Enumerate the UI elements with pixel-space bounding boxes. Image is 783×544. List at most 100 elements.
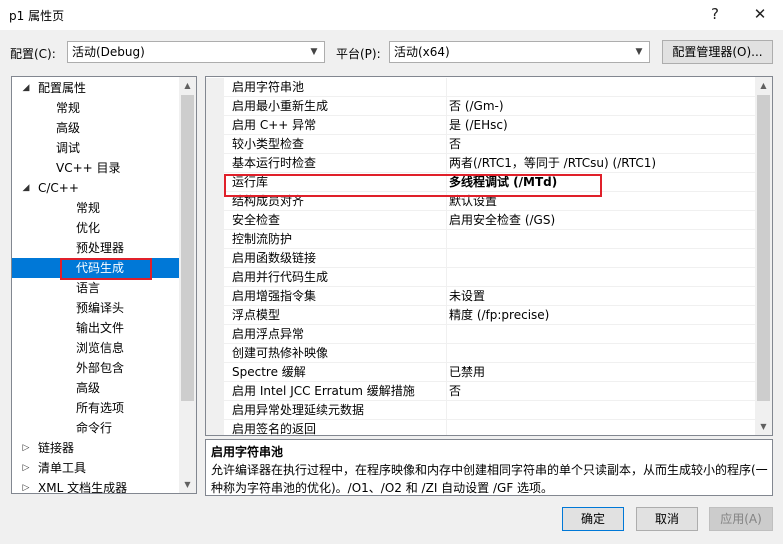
row-gutter <box>206 211 224 231</box>
property-row[interactable]: 启用并行代码生成 <box>206 268 755 288</box>
row-gutter <box>206 325 224 345</box>
property-name: 启用浮点异常 <box>232 327 305 341</box>
property-row[interactable]: 启用异常处理延续元数据 <box>206 401 755 421</box>
chevron-down-icon: ▼ <box>310 47 318 57</box>
property-value[interactable] <box>446 344 755 364</box>
scroll-down-icon[interactable]: ▼ <box>179 476 196 493</box>
expand-arrow-icon[interactable]: ▷ <box>20 478 32 493</box>
tree-item[interactable]: ◢ 配置属性 <box>12 78 179 98</box>
tree-item[interactable]: 优化 <box>12 218 179 238</box>
property-row[interactable]: 安全检查 启用安全检查 (/GS) <box>206 211 755 231</box>
collapse-arrow-icon[interactable]: ◢ <box>20 78 32 98</box>
row-gutter <box>206 344 224 364</box>
property-value[interactable] <box>446 268 755 288</box>
tree-item[interactable]: 外部包含 <box>12 358 179 378</box>
property-value[interactable] <box>446 325 755 345</box>
property-value[interactable]: 是 (/EHsc) <box>446 116 755 136</box>
tree-item[interactable]: 高级 <box>12 118 179 138</box>
tree-scrollbar[interactable]: ▲ ▼ <box>179 77 196 493</box>
tree-item[interactable]: ▷ 清单工具 <box>12 458 179 478</box>
tree-item[interactable]: 常规 <box>12 198 179 218</box>
description-text: 允许编译器在执行过程中，在程序映像和内存中创建相同字符串的单个只读副本，从而生成… <box>211 463 768 495</box>
property-row[interactable]: 启用签名的返回 <box>206 420 755 435</box>
tree-item[interactable]: ◢ C/C++ <box>12 178 179 198</box>
property-value[interactable] <box>446 420 755 435</box>
tree-item-label: 优化 <box>76 221 101 235</box>
property-row[interactable]: 浮点模型 精度 (/fp:precise) <box>206 306 755 326</box>
collapse-arrow-icon[interactable]: ◢ <box>20 178 32 198</box>
property-row[interactable]: 创建可热修补映像 <box>206 344 755 364</box>
tree-item[interactable]: 预编译头 <box>12 298 179 318</box>
tree-item[interactable]: 浏览信息 <box>12 338 179 358</box>
tree-item[interactable]: 预处理器 <box>12 238 179 258</box>
scroll-thumb[interactable] <box>757 95 770 401</box>
property-value[interactable]: 否 <box>446 382 755 402</box>
property-value[interactable]: 精度 (/fp:precise) <box>446 306 755 326</box>
property-value[interactable] <box>446 78 755 98</box>
property-value[interactable]: 否 <box>446 135 755 155</box>
scroll-thumb[interactable] <box>181 95 194 401</box>
property-row[interactable]: 启用最小重新生成 否 (/Gm-) <box>206 97 755 117</box>
description-title: 启用字符串池 <box>211 445 284 459</box>
platform-combobox[interactable]: 活动(x64) ▼ <box>389 41 650 63</box>
help-button[interactable]: ? <box>692 0 738 30</box>
tree-item[interactable]: ▷ XML 文档生成器 <box>12 478 179 493</box>
property-name: 基本运行时检查 <box>232 156 317 170</box>
property-value[interactable] <box>446 230 755 250</box>
property-name: 创建可热修补映像 <box>232 346 329 360</box>
property-value[interactable]: 否 (/Gm-) <box>446 97 755 117</box>
tree-item-label: 外部包含 <box>76 361 125 375</box>
row-gutter <box>206 173 224 193</box>
property-value[interactable]: 启用安全检查 (/GS) <box>446 211 755 231</box>
property-name: 启用最小重新生成 <box>232 99 329 113</box>
row-gutter <box>206 230 224 250</box>
config-combobox[interactable]: 活动(Debug) ▼ <box>67 41 325 63</box>
property-row[interactable]: 启用函数级链接 <box>206 249 755 269</box>
property-row[interactable]: 启用 C++ 异常 是 (/EHsc) <box>206 116 755 136</box>
property-tree[interactable]: ◢ 配置属性 常规 高级 调试 VC++ 目录 ◢ C/C++ 常规 优化 预处理器 代码生成 语言 预编… <box>11 76 197 494</box>
row-gutter <box>206 154 224 174</box>
property-value[interactable] <box>446 401 755 421</box>
tree-item[interactable]: 输出文件 <box>12 318 179 338</box>
property-row[interactable]: 启用 Intel JCC Erratum 缓解措施 否 <box>206 382 755 402</box>
ok-button[interactable]: 确定 <box>562 507 624 531</box>
property-value[interactable]: 已禁用 <box>446 363 755 383</box>
scroll-down-icon[interactable]: ▼ <box>755 418 772 435</box>
cancel-button[interactable]: 取消 <box>636 507 698 531</box>
expand-arrow-icon[interactable]: ▷ <box>20 458 32 478</box>
property-row[interactable]: Spectre 缓解 已禁用 <box>206 363 755 383</box>
tree-item[interactable]: 调试 <box>12 138 179 158</box>
tree-item-label: 浏览信息 <box>76 341 125 355</box>
property-value[interactable]: 未设置 <box>446 287 755 307</box>
property-row[interactable]: 较小类型检查 否 <box>206 135 755 155</box>
tree-item-label: 调试 <box>56 141 81 155</box>
scroll-up-icon[interactable]: ▲ <box>179 77 196 94</box>
property-value[interactable] <box>446 249 755 269</box>
tree-item[interactable]: 高级 <box>12 378 179 398</box>
row-gutter <box>206 287 224 307</box>
apply-button[interactable]: 应用(A) <box>709 507 773 531</box>
tree-item-label: 清单工具 <box>38 461 87 475</box>
close-button[interactable]: ✕ <box>737 0 783 30</box>
expand-arrow-icon[interactable]: ▷ <box>20 438 32 458</box>
tree-item[interactable]: VC++ 目录 <box>12 158 179 178</box>
property-grid[interactable]: 启用字符串池 启用最小重新生成 否 (/Gm-) 启用 C++ 异常 是 (/EHsc)… <box>205 76 773 436</box>
property-row[interactable]: 启用字符串池 <box>206 78 755 98</box>
tree-item[interactable]: 语言 <box>12 278 179 298</box>
tree-item[interactable]: 命令行 <box>12 418 179 438</box>
config-manager-button[interactable]: 配置管理器(O)... <box>662 40 773 64</box>
window-title: p1 属性页 <box>9 9 65 23</box>
row-gutter <box>206 116 224 136</box>
property-row[interactable]: 控制流防护 <box>206 230 755 250</box>
property-row[interactable]: 基本运行时检查 两者(/RTC1，等同于 /RTCsu) (/RTC1) <box>206 154 755 174</box>
tree-item[interactable]: 常规 <box>12 98 179 118</box>
tree-item[interactable]: ▷ 链接器 <box>12 438 179 458</box>
row-gutter <box>206 97 224 117</box>
scroll-up-icon[interactable]: ▲ <box>755 77 772 94</box>
grid-scrollbar[interactable]: ▲ ▼ <box>755 77 772 435</box>
tree-item-label: 常规 <box>76 201 101 215</box>
property-row[interactable]: 启用增强指令集 未设置 <box>206 287 755 307</box>
tree-item[interactable]: 所有选项 <box>12 398 179 418</box>
property-value[interactable]: 两者(/RTC1，等同于 /RTCsu) (/RTC1) <box>446 154 755 174</box>
property-row[interactable]: 启用浮点异常 <box>206 325 755 345</box>
